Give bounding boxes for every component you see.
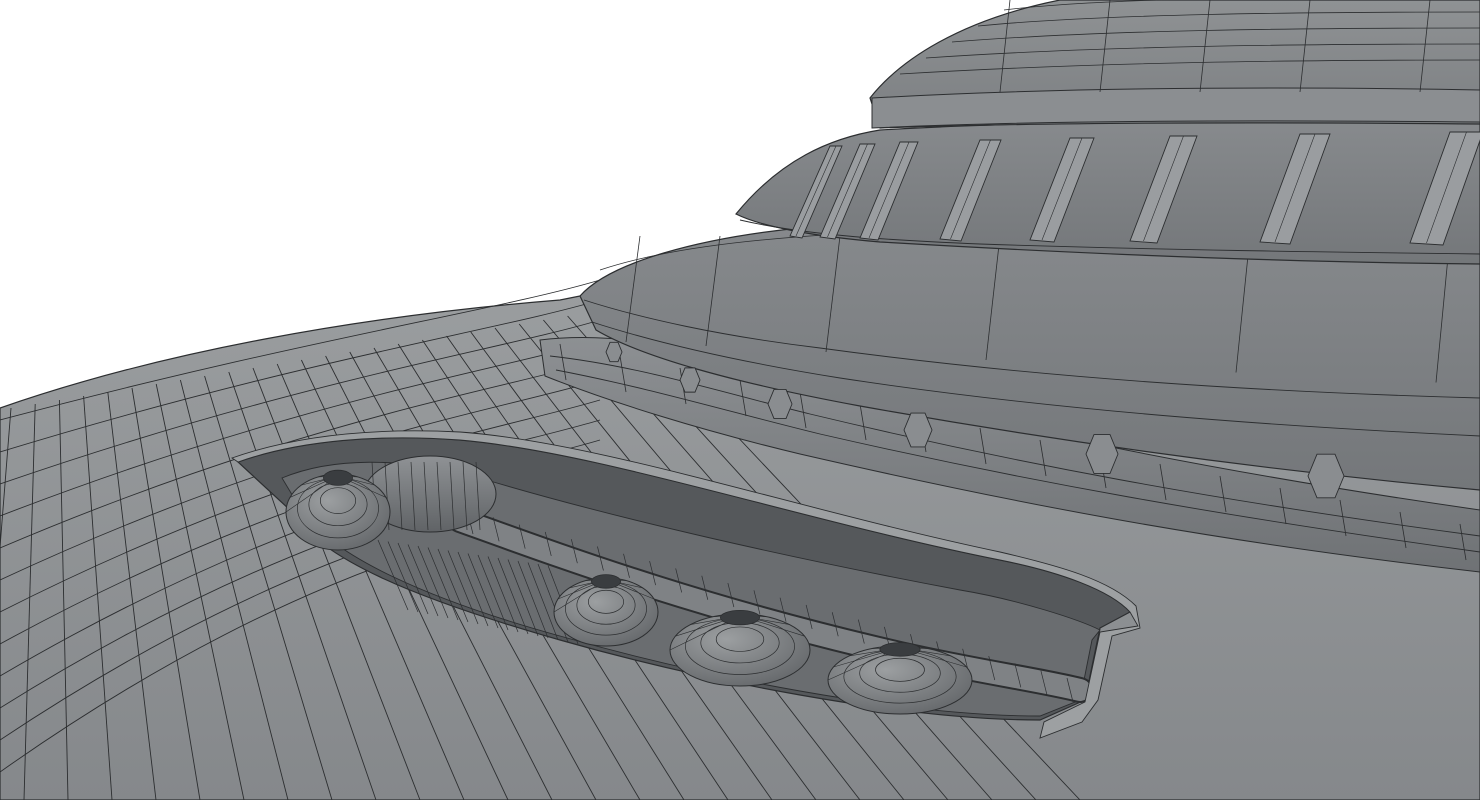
dome-icon bbox=[323, 469, 353, 486]
dome-icon bbox=[720, 609, 761, 626]
hex-stud bbox=[605, 341, 623, 363]
hull-dome bbox=[869, 0, 1480, 129]
render-viewport bbox=[0, 0, 1480, 800]
dome-icon bbox=[591, 574, 621, 589]
wireframe-scene bbox=[0, 0, 1480, 800]
dome-icon bbox=[879, 642, 921, 657]
